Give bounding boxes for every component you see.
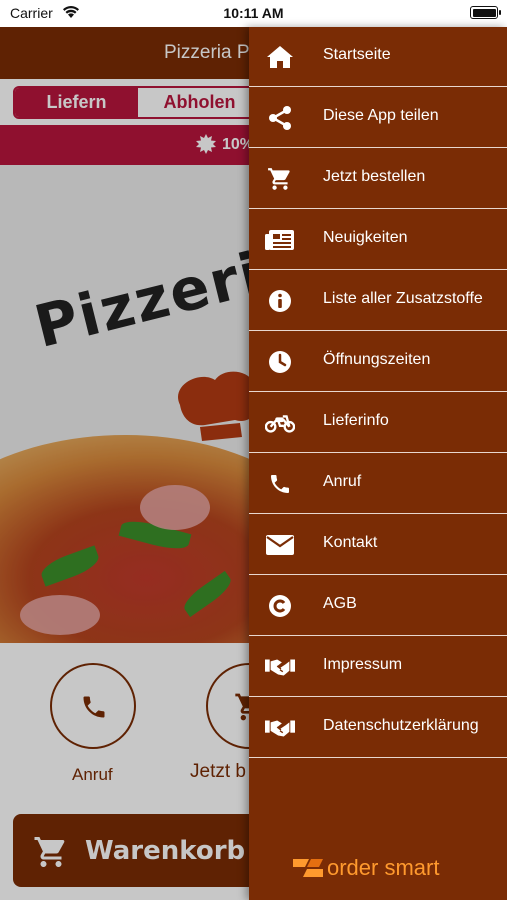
menu-label: Kontakt — [323, 534, 378, 551]
menu-label: AGB — [323, 595, 357, 612]
phone-icon — [265, 469, 295, 499]
menu-item-news[interactable]: Neuigkeiten — [249, 210, 507, 270]
menu-item-home[interactable]: Startseite — [249, 27, 507, 87]
clock-time: 10:11 AM — [223, 5, 284, 21]
news-icon — [265, 225, 295, 255]
menu-label: Liste aller Zusatzstoffe — [323, 290, 483, 307]
menu-item-delivery-info[interactable]: Lieferinfo — [249, 393, 507, 453]
menu-label: Jetzt bestellen — [323, 168, 426, 185]
cart-icon — [265, 164, 295, 194]
battery-icon — [470, 6, 501, 19]
navigation-drawer: Startseite Diese App teilen Jetzt bestel… — [249, 27, 507, 900]
menu-item-privacy[interactable]: Datenschutzerklärung — [249, 698, 507, 758]
handshake-icon — [265, 652, 295, 682]
status-bar: Carrier 10:11 AM — [0, 0, 507, 27]
motorcycle-icon — [265, 408, 295, 438]
menu-item-share[interactable]: Diese App teilen — [249, 88, 507, 148]
menu-item-call[interactable]: Anruf — [249, 454, 507, 514]
menu-item-additives[interactable]: Liste aller Zusatzstoffe — [249, 271, 507, 331]
menu-label: Datenschutzerklärung — [323, 717, 479, 734]
home-icon — [265, 42, 295, 72]
menu-label: Lieferinfo — [323, 412, 389, 429]
share-icon — [265, 103, 295, 133]
menu-label: Impressum — [323, 656, 403, 673]
menu-label: Öffnungszeiten — [323, 351, 431, 368]
copyright-icon — [265, 591, 295, 621]
menu-item-terms[interactable]: AGB — [249, 576, 507, 636]
brand-name: order smart — [327, 855, 440, 880]
info-icon — [265, 286, 295, 316]
menu-label: Diese App teilen — [323, 107, 439, 124]
clock-icon — [265, 347, 295, 377]
menu-item-imprint[interactable]: Impressum — [249, 637, 507, 697]
menu-label: Startseite — [323, 46, 391, 63]
menu-item-contact[interactable]: Kontakt — [249, 515, 507, 575]
menu-label: Anruf — [323, 473, 362, 490]
menu-label: Neuigkeiten — [323, 229, 408, 246]
menu-item-opening-hours[interactable]: Öffnungszeiten — [249, 332, 507, 392]
envelope-icon — [265, 530, 295, 560]
handshake-icon — [265, 713, 295, 743]
menu-item-order[interactable]: Jetzt bestellen — [249, 149, 507, 209]
order-smart-logo-icon — [293, 859, 323, 877]
